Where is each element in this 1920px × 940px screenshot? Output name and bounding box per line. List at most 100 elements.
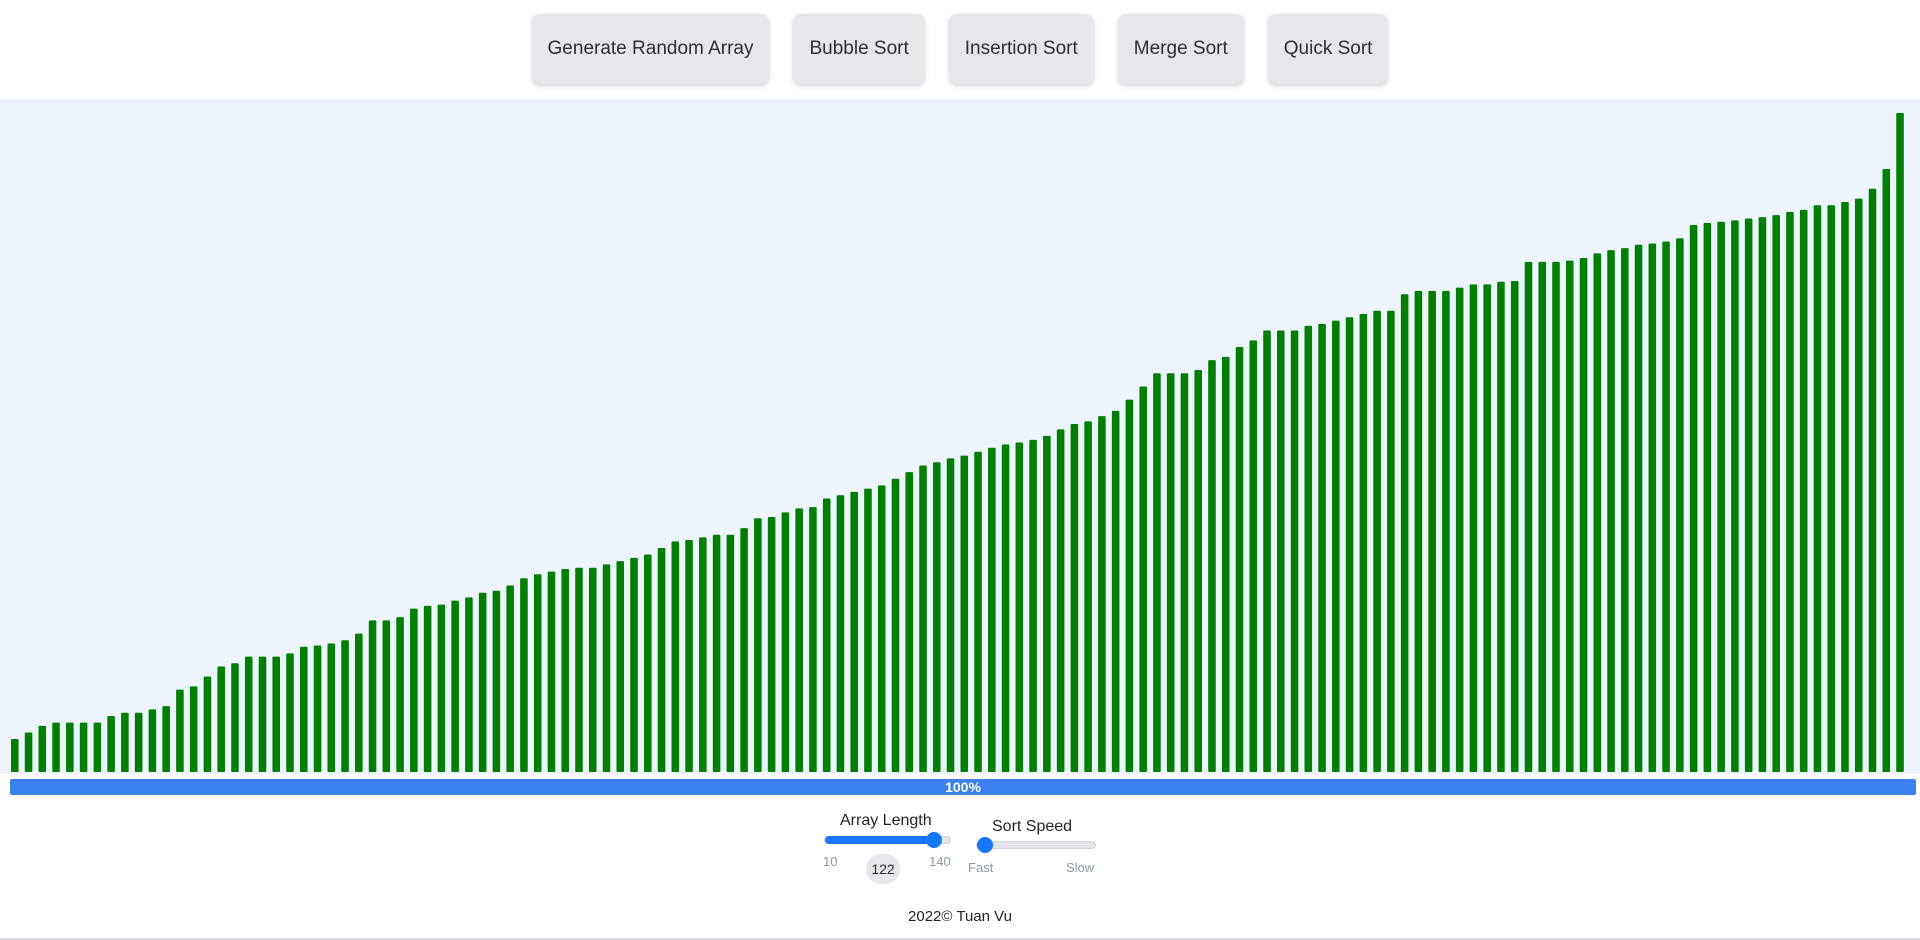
array-bar [946,458,955,772]
array-bar [1277,330,1285,772]
array-bar [1868,188,1877,772]
array-bar [1455,287,1464,772]
array-bar [1111,410,1120,772]
sort-speed-fast-label: Fast [968,860,994,875]
array-bar [864,488,872,772]
array-bar [313,645,322,772]
array-bar [1648,243,1657,773]
array-bar [1744,218,1753,772]
controls-panel: Array Length 10 122 140 Sort Speed Fast … [0,808,1920,888]
array-bar [423,605,432,772]
array-bar [644,554,652,772]
array-length-slider-fill [825,836,935,844]
array-bar [217,666,225,772]
array-bar [671,541,680,772]
array-bar [1043,435,1051,772]
array-bar [1524,261,1533,772]
array-bar [1359,314,1368,772]
array-bar [1621,248,1629,773]
array-bar [176,689,184,773]
array-bar [1593,253,1602,772]
array-bar [368,620,377,772]
array-bar [1414,290,1423,772]
array-bar [1510,281,1519,772]
sort-progress-bar: 100% [10,779,1916,795]
array-bar [1400,294,1409,772]
array-bar [244,656,253,772]
array-bar [66,722,74,772]
array-visualization [0,99,1920,774]
bubble-sort-button[interactable]: Bubble Sort [793,14,925,84]
array-bar [809,507,817,772]
array-bar [1662,241,1670,772]
array-bar [38,725,47,772]
array-bar [258,656,267,772]
array-bar [960,455,969,772]
array-bar [1015,442,1024,772]
array-bar [919,465,927,772]
array-length-slider-thumb[interactable] [926,832,943,848]
array-bar [712,534,721,772]
array-bar [11,739,19,772]
array-bar [148,709,157,772]
array-bar [1896,113,1904,772]
array-bar [1579,257,1588,772]
array-bar [1194,370,1202,772]
array-bar [1166,373,1175,772]
array-bar [382,620,391,772]
array-bar [1373,310,1381,772]
array-bar [1607,250,1615,772]
insertion-sort-button[interactable]: Insertion Sort [948,14,1094,84]
quick-sort-button[interactable]: Quick Sort [1267,14,1389,84]
array-bar [1056,429,1065,772]
sort-speed-label: Sort Speed [992,818,1073,835]
array-bar [189,686,198,772]
array-bar [1318,323,1326,772]
sort-speed-slider-thumb[interactable] [977,837,993,853]
array-bar [1676,238,1684,772]
array-bar [905,472,914,772]
array-bar [341,640,349,772]
array-bar [754,518,762,772]
array-bar [974,451,982,772]
toolbar: Generate Random Array Bubble Sort Insert… [0,0,1920,99]
array-bar [451,600,459,772]
array-bar [932,462,941,772]
array-length-slider[interactable] [824,832,951,848]
array-bar [1235,346,1244,772]
array-bar [1249,340,1258,772]
array-bar [588,567,597,772]
array-bar [1634,244,1643,773]
array-bar [1153,373,1161,772]
array-bar [877,485,886,772]
merge-sort-button[interactable]: Merge Sort [1117,14,1244,84]
array-length-max-label: 140 [929,854,951,869]
array-bar [533,574,542,772]
array-bar [286,653,294,772]
progress-fill: 100% [10,779,1916,795]
array-bar [1854,198,1863,773]
array-bar [1689,225,1698,772]
sort-speed-slider[interactable] [976,837,1096,853]
array-bar [657,547,666,772]
array-bar [1304,325,1313,772]
array-bar [836,495,845,772]
array-bar [1029,439,1037,772]
array-bar [1125,399,1134,772]
array-bar [1703,223,1712,773]
array-bar [1565,260,1574,772]
sort-speed-slow-label: Slow [1066,860,1095,875]
array-bar [822,498,831,772]
array-bar [1442,290,1450,772]
generate-random-array-button[interactable]: Generate Random Array [531,14,770,84]
array-bar [740,528,748,772]
array-bar [231,663,239,772]
array-bar [410,608,418,772]
array-bar [1731,220,1739,773]
array-bar [891,478,900,772]
array-bar [203,676,212,772]
array-bar [1841,201,1849,773]
array-bar [1345,317,1354,772]
array-bar [1827,205,1835,772]
array-bar [1263,330,1271,772]
